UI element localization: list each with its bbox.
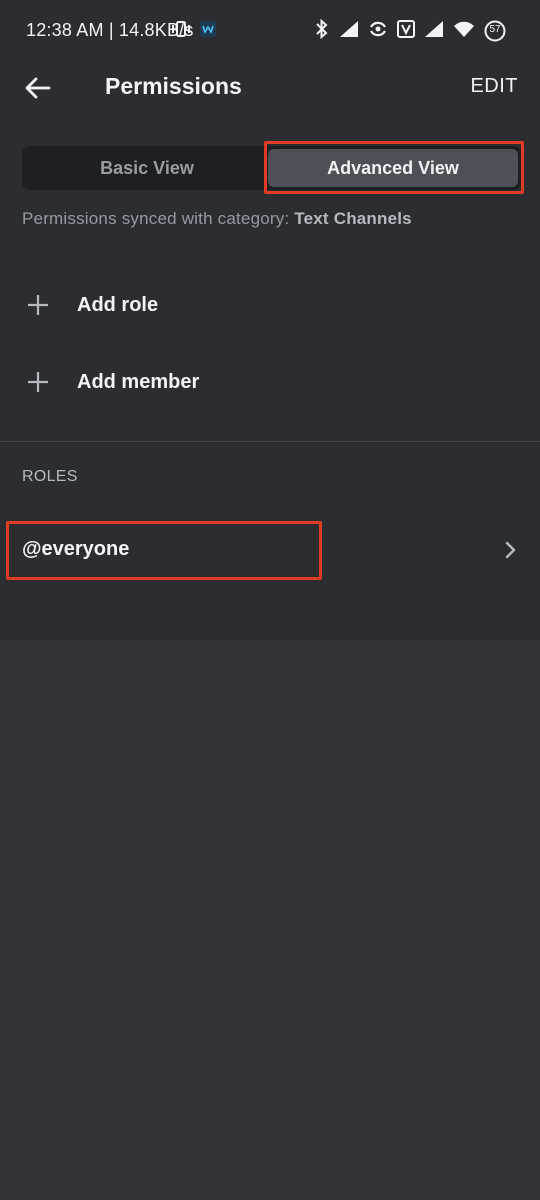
status-bar: 12:38 AM | 14.8KB/s 57: [0, 0, 540, 62]
app-header: Permissions EDIT: [0, 62, 540, 124]
divider: [0, 441, 540, 442]
status-time: 12:38 AM | 14.8KB/s: [26, 20, 194, 40]
roles-section-header: ROLES: [22, 468, 78, 485]
sync-category: Text Channels: [294, 209, 412, 228]
app-notification-icon: [200, 20, 216, 42]
signal-icon-2: [424, 20, 444, 43]
chevron-right-icon: [505, 541, 516, 559]
advanced-view-highlight: [264, 141, 524, 194]
back-button[interactable]: [20, 70, 56, 106]
signal-icon: [339, 20, 359, 43]
edit-button[interactable]: EDIT: [470, 75, 518, 98]
sync-note-prefix: Permissions synced with category:: [22, 209, 295, 228]
basic-view-tab[interactable]: Basic View: [22, 146, 272, 190]
add-role-label: Add role: [77, 293, 159, 316]
battery-level: 57: [489, 24, 501, 35]
hotspot-icon: [368, 19, 388, 44]
plus-icon: [22, 289, 54, 321]
volte-icon: [397, 19, 415, 43]
add-member-button[interactable]: Add member: [22, 362, 518, 402]
status-icons: 57: [171, 18, 506, 44]
everyone-role-highlight: [6, 521, 322, 580]
battery-icon: 57: [484, 20, 506, 42]
plus-icon: [22, 366, 54, 398]
page-title: Permissions: [105, 73, 242, 99]
add-role-button[interactable]: Add role: [22, 285, 518, 325]
back-arrow-icon: [25, 77, 51, 99]
vibrate-icon: [171, 19, 191, 44]
sync-note: Permissions synced with category: Text C…: [22, 209, 412, 229]
bluetooth-icon: [314, 18, 330, 44]
add-member-label: Add member: [77, 370, 200, 393]
wifi-icon: [453, 20, 475, 43]
